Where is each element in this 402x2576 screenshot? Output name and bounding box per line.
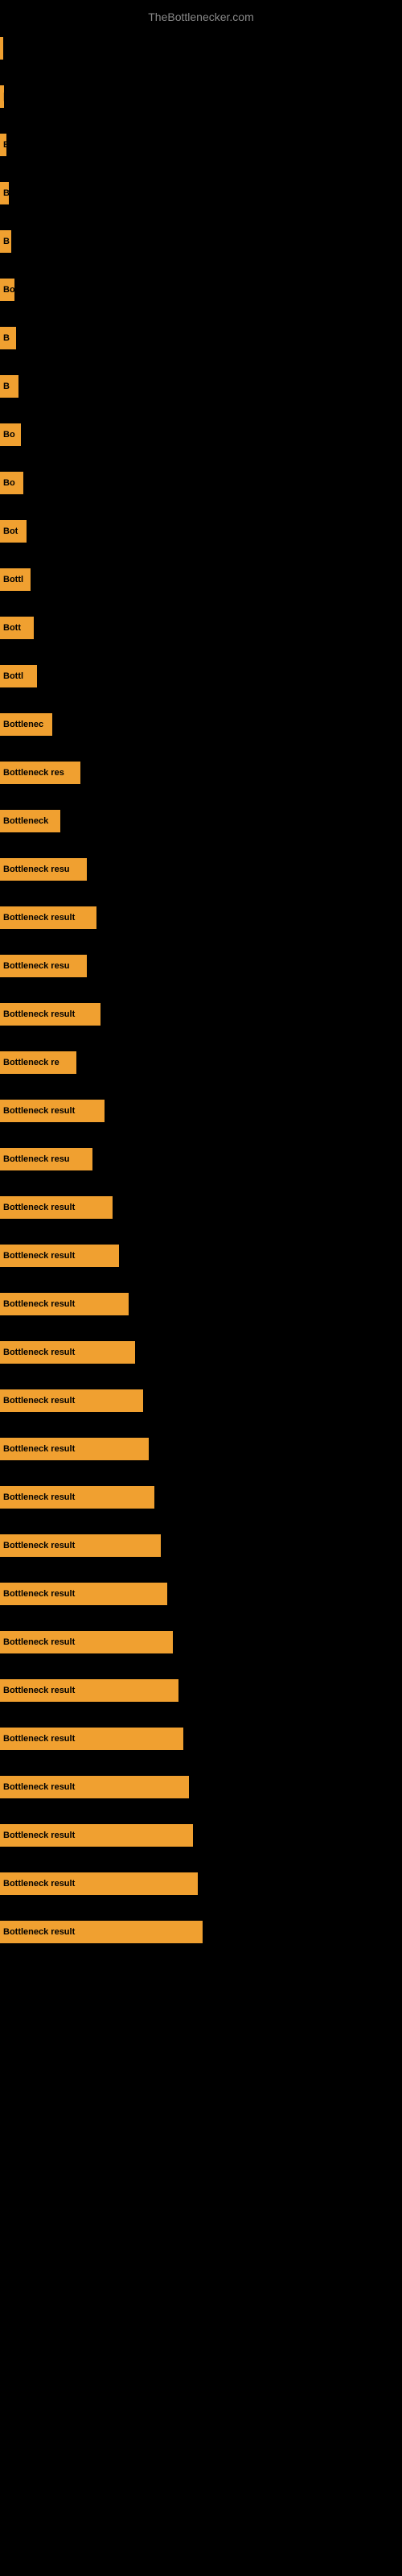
bar-item: Bottleneck result [0, 1389, 143, 1412]
bar-item: B [0, 182, 9, 204]
bar-row: Bottleneck result [0, 1473, 402, 1521]
bar-item: E [0, 134, 6, 156]
bar-item: Bottleneck res [0, 762, 80, 784]
bar-row: Bottlenec [0, 700, 402, 749]
bar-row: Bottleneck result [0, 1908, 402, 1956]
bar-row: E [0, 121, 402, 169]
bar-row: Bottleneck res [0, 749, 402, 797]
bar-row: Bottleneck re [0, 1038, 402, 1087]
bar-row: Bottleneck result [0, 1715, 402, 1763]
bar-row: B [0, 169, 402, 217]
bar-item: Bo [0, 472, 23, 494]
bar-row: Bottleneck result [0, 1425, 402, 1473]
bar-row: Bottleneck result [0, 1666, 402, 1715]
bar-row: Bo [0, 459, 402, 507]
bar-row: Bottleneck result [0, 1570, 402, 1618]
bar-item: Bottleneck resu [0, 858, 87, 881]
bar-item: Bottleneck [0, 810, 60, 832]
bar-item: Bottleneck result [0, 1921, 203, 1943]
bar-item: Bottleneck re [0, 1051, 76, 1074]
bar-item: | [0, 37, 3, 60]
bar-row: Bottleneck result [0, 1087, 402, 1135]
bar-item: Bottleneck result [0, 1728, 183, 1750]
bar-row: Bottleneck result [0, 1618, 402, 1666]
bar-item: Bottleneck result [0, 1534, 161, 1557]
bar-row: B [0, 362, 402, 411]
bar-row: Bo [0, 411, 402, 459]
bar-row: Bottleneck result [0, 1860, 402, 1908]
bar-item: Bottleneck result [0, 1245, 119, 1267]
bar-row: Bottleneck result [0, 990, 402, 1038]
bar-row: Bottleneck result [0, 1763, 402, 1811]
bar-item: Bottl [0, 568, 31, 591]
bar-row: Bottl [0, 652, 402, 700]
bar-item: Bottleneck result [0, 906, 96, 929]
bar-row: | [0, 24, 402, 72]
bar-row: Bottleneck result [0, 1183, 402, 1232]
bar-row: Bo [0, 266, 402, 314]
bar-item: Bottleneck resu [0, 1148, 92, 1170]
bar-row: Bottleneck result [0, 1280, 402, 1328]
bar-item: Bottleneck result [0, 1872, 198, 1895]
bar-row: B [0, 314, 402, 362]
bar-item: Bottleneck result [0, 1776, 189, 1798]
bar-item: Bott [0, 617, 34, 639]
bar-item: Bot [0, 520, 27, 543]
bar-item: Bo [0, 423, 21, 446]
bar-item: Bottleneck result [0, 1679, 178, 1702]
bar-row: Bottleneck result [0, 1377, 402, 1425]
bar-item: B [0, 375, 18, 398]
bar-row: B [0, 217, 402, 266]
bar-row: Bottleneck result [0, 894, 402, 942]
bar-row: Bottleneck result [0, 1328, 402, 1377]
bar-item: Bottleneck result [0, 1293, 129, 1315]
bar-item: Bottleneck result [0, 1341, 135, 1364]
bar-item: Bottleneck result [0, 1196, 113, 1219]
bar-row: Bott [0, 604, 402, 652]
bar-item: | [0, 85, 4, 108]
bar-item: Bottleneck resu [0, 955, 87, 977]
bar-item: Bottlenec [0, 713, 52, 736]
bar-row: | [0, 72, 402, 121]
bar-item: Bottleneck result [0, 1631, 173, 1653]
bar-item: Bottleneck result [0, 1438, 149, 1460]
bar-row: Bottleneck [0, 797, 402, 845]
bar-item: Bo [0, 279, 14, 301]
bars-container: | | E B B Bo B B Bo Bo Bot Bottl Bott Bottl Bottlenec B… [0, 24, 402, 1956]
bar-row: Bottleneck result [0, 1232, 402, 1280]
bar-item: B [0, 230, 11, 253]
bar-row: Bottleneck resu [0, 1135, 402, 1183]
bar-item: Bottleneck result [0, 1100, 105, 1122]
bar-row: Bottleneck result [0, 1811, 402, 1860]
bar-item: Bottleneck result [0, 1824, 193, 1847]
bar-item: Bottleneck result [0, 1003, 100, 1026]
bar-row: Bot [0, 507, 402, 555]
bar-item: Bottl [0, 665, 37, 687]
bar-row: Bottl [0, 555, 402, 604]
bar-item: Bottleneck result [0, 1486, 154, 1509]
bar-item: Bottleneck result [0, 1583, 167, 1605]
bar-item: B [0, 327, 16, 349]
bar-row: Bottleneck resu [0, 942, 402, 990]
bar-row: Bottleneck result [0, 1521, 402, 1570]
bar-row: Bottleneck resu [0, 845, 402, 894]
